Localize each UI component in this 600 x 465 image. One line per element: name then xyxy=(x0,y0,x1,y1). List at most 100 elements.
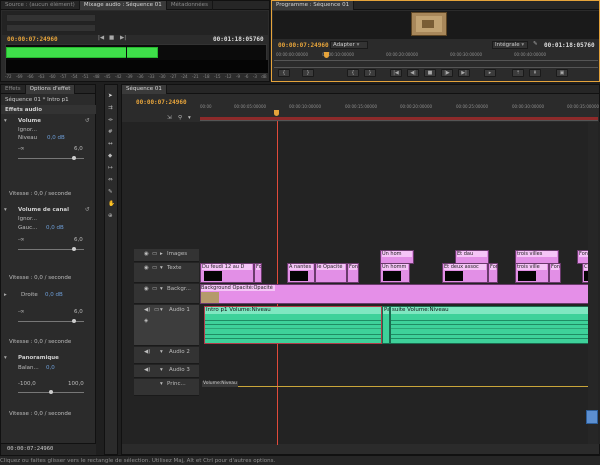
tab-sequence[interactable]: Séquence 01 xyxy=(122,84,167,94)
expand-track-icon[interactable]: ▾ xyxy=(160,265,163,271)
clip-text-7[interactable]: Et deux assoc xyxy=(442,263,488,283)
export-frame-button[interactable]: ▣ xyxy=(556,69,568,77)
eye-icon[interactable]: ◉ xyxy=(144,251,149,257)
reset-icon[interactable]: ↺ xyxy=(85,118,90,124)
speaker-icon[interactable]: ◀) xyxy=(144,367,150,373)
expand-track-icon[interactable]: ▾ xyxy=(160,349,163,355)
timeline-playhead-handle[interactable] xyxy=(274,110,279,116)
expand-right-icon[interactable]: ▸ xyxy=(4,292,7,298)
wrench-icon[interactable]: ✎ xyxy=(533,41,538,47)
timeline-scrollbar[interactable] xyxy=(588,122,598,444)
roll-tool-icon[interactable]: # xyxy=(108,129,113,135)
extract-button[interactable]: ⇞ xyxy=(529,69,541,77)
hand-tool-icon[interactable]: ✋ xyxy=(108,201,115,207)
clip-audio-pa[interactable]: Pa xyxy=(382,306,390,344)
track-header-background[interactable]: ◉ ▭ ▾ Backgr... xyxy=(134,284,199,304)
slip-tool-icon[interactable]: ↦ xyxy=(108,165,113,171)
lock-icon[interactable]: ▭ xyxy=(152,265,157,271)
marker-icon[interactable]: ⚲ xyxy=(178,115,182,121)
clip-text-1[interactable]: Du feudi 12 au D xyxy=(200,263,254,283)
clip-text-9[interactable]: trois ville xyxy=(515,263,549,283)
razor-tool-icon[interactable]: ◆ xyxy=(108,153,112,159)
master-volume-label[interactable]: Volume:Niveau xyxy=(202,381,238,387)
expand-track-icon[interactable]: ▾ xyxy=(160,307,163,313)
track-header-audio2[interactable]: ◀) ▾ Audio 2 xyxy=(134,347,199,364)
ripple-tool-icon[interactable]: ⟛ xyxy=(108,117,113,124)
expand-panner-icon[interactable]: ▾ xyxy=(4,355,7,361)
clip-text-3[interactable]: A nantes xyxy=(287,263,315,283)
expand-track-icon[interactable]: ▾ xyxy=(160,381,163,387)
track-header-text[interactable]: ◉ ▭ ▾ Texte xyxy=(134,263,199,283)
timeline-scroll-thumb[interactable] xyxy=(586,410,598,424)
mark-in-button[interactable]: { xyxy=(347,69,359,77)
lock-icon[interactable]: ▭ xyxy=(152,251,157,257)
play-in-out-button[interactable]: ▸ xyxy=(484,69,496,77)
snap-icon[interactable]: ⇲ xyxy=(167,115,172,121)
mark-out-button[interactable]: } xyxy=(364,69,376,77)
param-left-value[interactable]: 0,0 dB xyxy=(46,225,64,231)
balance-slider[interactable] xyxy=(18,390,84,394)
track-header-master[interactable]: ▾ Princ... xyxy=(134,379,199,396)
step-back-button[interactable]: ◀| xyxy=(407,69,419,77)
tab-effects[interactable]: Effets xyxy=(1,84,26,94)
expand-track-icon[interactable]: ▸ xyxy=(160,251,163,257)
eye-icon[interactable]: ◉ xyxy=(144,265,149,271)
slide-tool-icon[interactable]: ⇔ xyxy=(108,177,113,183)
reset-icon[interactable]: ↺ xyxy=(85,207,90,213)
quality-dropdown[interactable]: Intégrale ▾ xyxy=(492,41,528,49)
left-slider[interactable] xyxy=(18,247,84,251)
clip-text-10[interactable]: Fon xyxy=(549,263,561,283)
add-marker-icon[interactable]: ▾ xyxy=(188,115,191,121)
pen-tool-icon[interactable]: ✎ xyxy=(108,189,113,195)
prev-mark-icon[interactable]: |◀ xyxy=(98,35,104,41)
program-ruler[interactable]: 00:00:00:00000 00:00:10:00000 00:00:20:0… xyxy=(274,52,598,61)
lock-icon[interactable]: ▭ xyxy=(154,307,159,313)
param-right-value[interactable]: 0,0 dB xyxy=(45,292,63,298)
expand-track-icon[interactable]: ▾ xyxy=(160,367,163,373)
clip-background[interactable]: Background Opacité:Opacité xyxy=(200,284,598,304)
rate-tool-icon[interactable]: ↔ xyxy=(108,141,113,147)
clip-images-3[interactable]: trois villes xyxy=(515,250,559,264)
lock-icon[interactable]: ▭ xyxy=(152,286,157,292)
timeline-ruler[interactable]: 00:00 00:00:05:00000 00:00:10:00000 00:0… xyxy=(200,103,599,121)
eye-icon[interactable]: ◉ xyxy=(144,286,149,292)
keyframe-icon[interactable]: ◈ xyxy=(144,318,148,324)
clip-text-6[interactable]: Un homm xyxy=(380,263,410,283)
clip-text-8[interactable]: Fon xyxy=(488,263,498,283)
tab-audio-mixer[interactable]: Mixage audio : Séquence 01 xyxy=(79,0,167,10)
right-slider[interactable] xyxy=(18,319,84,323)
selection-tool-icon[interactable]: ➤ xyxy=(108,93,113,99)
param-balance-value[interactable]: 0,0 xyxy=(46,365,55,371)
clip-images-1[interactable]: Un hom xyxy=(380,250,414,264)
next-mark-icon[interactable]: ▶| xyxy=(120,35,126,41)
speaker-icon[interactable]: ◀) xyxy=(144,349,150,355)
param-level-value[interactable]: 0,0 dB xyxy=(47,135,65,141)
fit-dropdown[interactable]: Adapter ▾ xyxy=(330,41,368,49)
playhead-marker[interactable] xyxy=(324,52,329,58)
level-slider[interactable] xyxy=(18,156,84,160)
zoom-tool-icon[interactable]: ⊕ xyxy=(108,213,113,219)
expand-volume-icon[interactable]: ▾ xyxy=(4,118,7,124)
clip-text-2[interactable]: Fon xyxy=(254,263,262,283)
set-in-button[interactable]: { xyxy=(278,69,290,77)
go-to-in-button[interactable]: |◀ xyxy=(390,69,402,77)
timeline-work-area[interactable] xyxy=(200,117,598,120)
clip-audio-suite[interactable]: suite Volume:Niveau xyxy=(390,306,598,344)
play-button[interactable]: ■ xyxy=(424,69,436,77)
clip-text-5[interactable]: Fon xyxy=(347,263,359,283)
stop-icon[interactable]: ■ xyxy=(109,35,114,41)
expand-track-icon[interactable]: ▾ xyxy=(160,286,163,292)
tab-effect-options[interactable]: Options d'effet xyxy=(25,84,76,94)
clip-audio-intro[interactable]: Intro p1 Volume:Niveau xyxy=(204,306,382,344)
clip-images-2[interactable]: Et dau xyxy=(455,250,489,264)
set-out-button[interactable]: } xyxy=(302,69,314,77)
track-header-audio3[interactable]: ◀) ▾ Audio 3 xyxy=(134,365,199,378)
speaker-icon[interactable]: ◀) xyxy=(144,307,150,313)
track-select-tool-icon[interactable]: ⇉ xyxy=(108,105,113,111)
tab-source[interactable]: Source : (aucun élément) xyxy=(1,0,80,10)
track-header-audio1[interactable]: ◀) ▭ ▾ Audio 1 ◈ xyxy=(134,305,199,346)
track-header-images[interactable]: ◉ ▭ ▸ Images xyxy=(134,249,199,262)
clip-text-4[interactable]: le Opacité xyxy=(315,263,347,283)
expand-channel-volume-icon[interactable]: ▾ xyxy=(4,207,7,213)
lift-button[interactable]: ⇡ xyxy=(512,69,524,77)
